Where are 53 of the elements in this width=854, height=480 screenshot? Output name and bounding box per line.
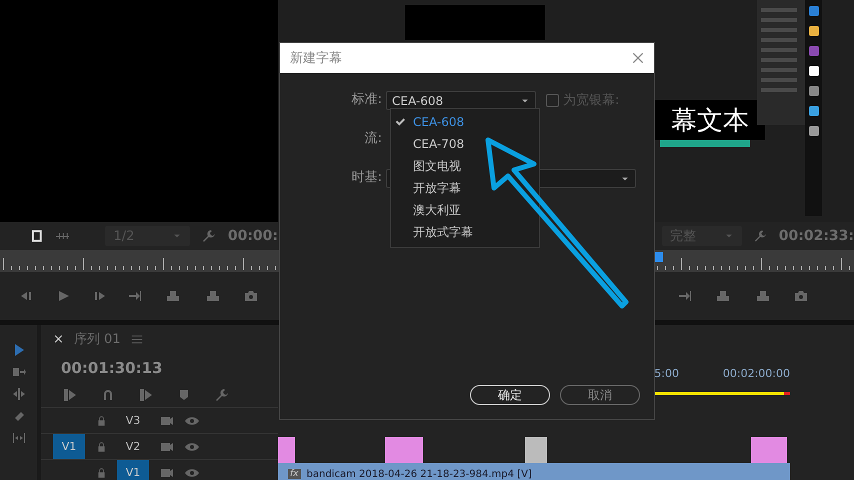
field-label: 流: [364,130,383,148]
clip[interactable] [385,437,423,463]
track-target[interactable]: V1 [117,460,149,480]
lock-icon[interactable] [96,440,106,454]
menu-item[interactable]: 开放式字幕 [391,221,539,243]
check-icon [395,117,405,127]
lock-icon[interactable] [96,414,106,428]
marker-icon[interactable] [177,388,191,402]
time-ruler[interactable] [0,250,278,272]
step-back-icon[interactable] [20,289,34,303]
sequence-timecode: 00:01:30:13 [60,358,164,377]
menu-item[interactable]: 图文电视 [391,155,539,177]
track-select-icon[interactable] [12,365,26,379]
snap-icon[interactable] [101,388,115,402]
menu-item[interactable]: 澳大利亚 [391,199,539,221]
close-icon[interactable] [632,52,644,64]
track-name[interactable]: V2 [117,440,149,453]
wrench-icon[interactable] [215,388,229,402]
caption-preview: 幕文本 [655,100,765,140]
go-to-out-icon[interactable] [678,289,692,303]
timecode: 00:00: [228,228,278,244]
video-clip[interactable]: fx bandicam 2018-04-26 21-18-23-984.mp4 [V] [278,463,790,480]
lock-icon[interactable] [96,466,106,480]
source-patch[interactable]: V1 [53,434,85,459]
wrench-icon[interactable] [754,229,767,243]
ruler-label: 00:02:00:00 [722,367,790,380]
timecode: 00:02:33: [778,228,854,244]
camera-icon[interactable] [794,289,808,303]
ruler-label: 5:00 [654,367,679,380]
track-name[interactable]: V3 [117,414,149,427]
work-area-bar[interactable] [654,392,790,395]
cancel-button[interactable]: 取消 [560,385,640,405]
film-icon[interactable] [30,229,44,243]
camera-icon[interactable] [244,289,258,303]
go-to-out-icon[interactable] [128,289,142,303]
menu-item[interactable]: 开放字幕 [391,177,539,199]
select-field[interactable]: CEA-608 [386,91,536,110]
ok-button[interactable]: 确定 [470,385,550,405]
clip[interactable] [751,437,787,463]
clip[interactable] [278,437,295,463]
step-forward-icon[interactable] [92,289,106,303]
field-label: 标准: [350,91,383,109]
menu-item[interactable]: CEA-608 [391,111,539,133]
field-label: 时基: [350,169,383,187]
play-icon[interactable] [56,289,70,303]
ripple-edit-icon[interactable] [12,387,26,401]
close-tab-button[interactable]: × [53,332,64,346]
clip-name: bandicam 2018-04-26 21-18-23-984.mp4 [V] [306,468,532,480]
wrench-icon[interactable] [202,229,216,243]
menu-item[interactable]: CEA-708 [391,133,539,155]
dialog-title: 新建字幕 [290,50,342,67]
fx-badge: fx [288,469,300,479]
slip-icon[interactable] [12,431,26,445]
